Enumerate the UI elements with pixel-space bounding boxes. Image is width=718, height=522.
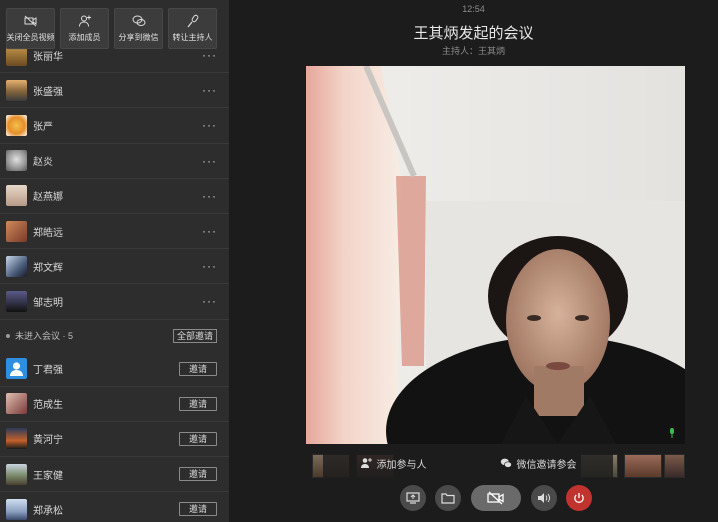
wechat-invite-button[interactable]: 微信邀请参会 [500,456,577,471]
more-options-button[interactable]: ··· [202,83,217,97]
wechat-invite-label: 微信邀请参会 [516,459,577,471]
clock: 12:54 [462,4,485,14]
default-avatar-icon [6,358,27,380]
file-button[interactable] [435,485,461,511]
avatar [6,79,27,101]
add-user-icon [360,458,372,468]
avatar [6,393,27,415]
more-options-button[interactable]: ··· [202,48,217,62]
member-row[interactable]: 张严 ··· [0,108,229,144]
participant-thumbnail[interactable] [664,454,685,478]
member-row[interactable]: 郑皓远 ··· [0,214,229,250]
member-row[interactable]: 郑文辉 ··· [0,249,229,285]
screen-share-icon [406,492,420,504]
member-name: 赵燕娜 [33,192,63,204]
member-row[interactable]: 王家健 邀请 [0,457,229,493]
add-user-icon [78,15,91,27]
meeting-app: 张丽华 ··· 张盛强 ··· 张严 ··· 赵炎 ··· 赵燕娜 ··· 郑皓… [0,0,718,522]
power-icon [574,493,584,503]
member-name: 郑文辉 [33,262,63,274]
avatar [6,114,27,136]
main-video[interactable] [306,66,685,444]
meeting-main: 12:54 王其炳发起的会议 主持人：王其炳 添加参与人 微信邀请参会 [229,0,718,522]
wechat-icon [132,15,145,26]
toolbar-label: 转让主持人 [172,33,213,42]
more-options-button[interactable]: ··· [202,294,217,308]
invite-button[interactable]: 邀请 [179,431,217,446]
invite-all-button[interactable]: 全部邀请 [172,328,217,343]
more-options-button[interactable]: ··· [202,259,217,273]
member-name: 张盛强 [33,86,63,98]
invite-button[interactable]: 邀请 [179,396,217,411]
toolbar-label: 关闭全员视频 [6,33,55,42]
member-row[interactable]: 邹志明 ··· [0,284,229,320]
member-name: 范成生 [33,400,63,412]
member-name: 丁君强 [33,365,63,377]
avatar [6,220,27,242]
share-wechat-button[interactable]: 分享到微信 [114,8,163,49]
avatar [6,290,27,312]
not-joined-header: 未进入会议 · 5 全部邀请 [0,320,229,352]
speaker-button[interactable] [531,485,557,511]
more-options-button[interactable]: ··· [202,224,217,238]
member-name: 王家健 [33,470,63,482]
member-row[interactable]: 赵炎 ··· [0,144,229,179]
sidebar-toolbar: 关闭全员视频 添加成员 分享到微信 转让主持人 [0,0,229,50]
member-list[interactable]: 张丽华 ··· 张盛强 ··· 张严 ··· 赵炎 ··· 赵燕娜 ··· 郑皓… [0,38,229,522]
avatar [6,255,27,277]
video-frame [306,66,685,444]
member-row[interactable]: 黄河宁 邀请 [0,422,229,458]
member-row[interactable]: 郑承松 邀请 [0,492,229,522]
invite-button[interactable]: 邀请 [179,361,217,376]
member-row[interactable]: 范成生 邀请 [0,387,229,422]
member-row[interactable]: 丁君强 邀请 [0,352,229,387]
transfer-host-button[interactable]: 转让主持人 [168,8,217,49]
camera-off-icon [24,15,36,27]
more-options-button[interactable]: ··· [202,154,217,168]
member-row[interactable]: 张盛强 ··· [0,73,229,109]
toolbar-label: 添加成员 [68,33,101,42]
camera-off-icon [487,491,504,505]
add-participant-label: 添加参与人 [376,459,427,471]
avatar [6,428,27,450]
hang-up-button[interactable] [566,485,592,511]
toolbar-label: 分享到微信 [118,33,159,42]
meeting-title: 王其炳发起的会议 [413,25,534,42]
screen-share-button[interactable] [400,485,426,511]
mute-all-video-button[interactable]: 关闭全员视频 [6,8,55,49]
camera-toggle-button[interactable] [471,485,521,511]
member-name: 黄河宁 [33,435,63,447]
avatar [6,498,27,520]
member-sidebar: 张丽华 ··· 张盛强 ··· 张严 ··· 赵炎 ··· 赵燕娜 ··· 郑皓… [0,0,229,522]
participant-thumbnail[interactable] [624,454,662,478]
host-label: 主持人：王其炳 [441,46,505,56]
add-participant-button[interactable]: 添加参与人 [360,456,427,471]
member-name: 郑承松 [33,505,63,517]
invite-button[interactable]: 邀请 [179,502,217,517]
member-name: 邹志明 [33,297,63,309]
invite-button[interactable]: 邀请 [179,467,217,482]
member-name: 赵炎 [33,157,53,169]
call-controls [229,485,718,513]
invite-overlay: 添加参与人 微信邀请参会 [323,448,613,478]
folder-icon [441,493,455,504]
status-dot [6,333,10,338]
more-options-button[interactable]: ··· [202,118,217,132]
not-joined-label: 未进入会议 · 5 [15,331,74,341]
microphone-icon [187,14,198,28]
avatar [6,185,27,207]
wechat-icon [500,458,512,468]
member-row[interactable]: 赵燕娜 ··· [0,179,229,214]
speaker-icon [538,493,550,503]
member-name: 张严 [33,121,53,133]
avatar [6,463,27,485]
member-name: 郑皓远 [33,227,63,239]
microphone-indicator-icon [670,428,674,438]
avatar [6,150,27,172]
add-member-button[interactable]: 添加成员 [60,8,109,49]
more-options-button[interactable]: ··· [202,189,217,203]
